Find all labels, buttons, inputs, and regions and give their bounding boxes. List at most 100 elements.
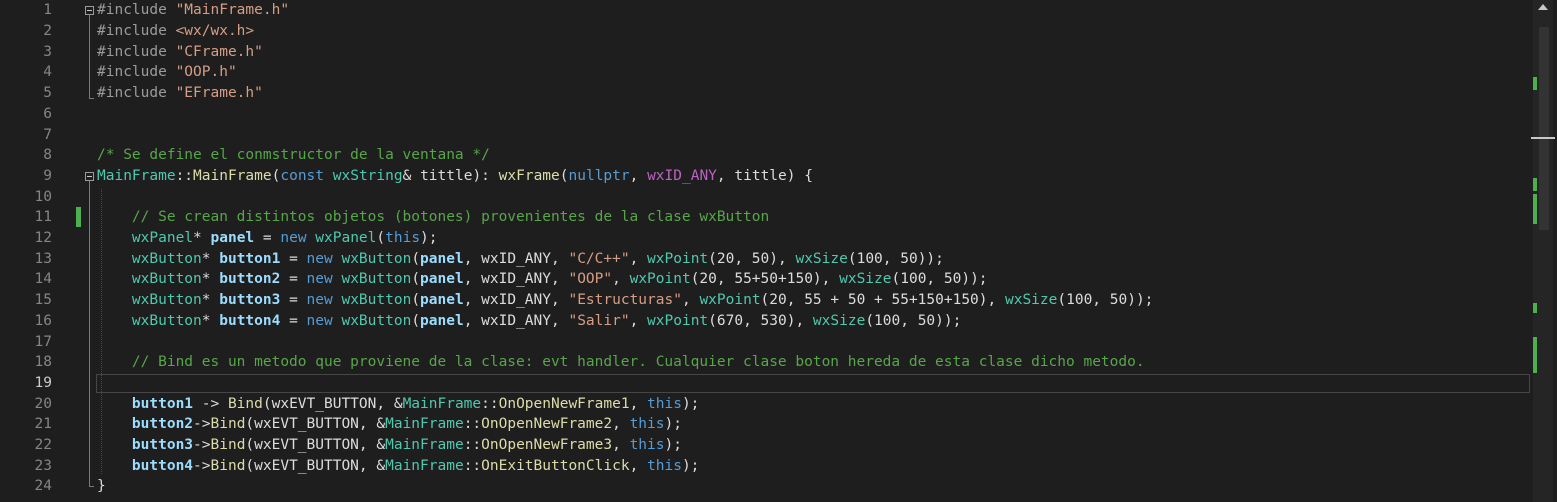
code-token: = bbox=[280, 292, 307, 309]
scroll-up-arrow-icon[interactable] bbox=[1538, 4, 1548, 10]
code-token: , bbox=[681, 292, 700, 309]
code-token: & bbox=[402, 167, 421, 184]
code-line[interactable]: #include "EFrame.h" bbox=[97, 83, 263, 104]
fold-collapse-icon[interactable] bbox=[85, 6, 94, 16]
line-number: 24 bbox=[34, 478, 52, 495]
code-token: (100, 50)); bbox=[865, 312, 962, 329]
code-token: panel bbox=[420, 312, 464, 329]
code-line[interactable]: wxButton* button4 = new wxButton(panel, … bbox=[97, 311, 961, 332]
code-token: (wxEVT_BUTTON, & bbox=[262, 395, 403, 412]
code-token: * bbox=[193, 230, 211, 246]
code-token: (wxEVT_BUTTON, & bbox=[245, 457, 386, 474]
code-token: OnExitButtonClick bbox=[481, 457, 630, 474]
code-token: wxButton bbox=[131, 250, 202, 267]
line-number: 11 bbox=[34, 209, 52, 226]
code-token: Bind bbox=[227, 395, 263, 412]
code-token: :: bbox=[481, 395, 499, 412]
line-number: 5 bbox=[43, 85, 52, 102]
code-token: wxSize bbox=[812, 312, 866, 329]
code-token: = bbox=[280, 250, 307, 267]
code-token: new bbox=[280, 230, 316, 246]
code-token: MainFrame bbox=[193, 167, 272, 184]
line-number: 15 bbox=[34, 292, 52, 309]
code-line[interactable]: button2->Bind(wxEVT_BUTTON, &MainFrame::… bbox=[97, 414, 682, 435]
code-line[interactable]: // Bind es un metodo que proviene de la … bbox=[97, 352, 1145, 373]
code-token: :: bbox=[175, 167, 194, 184]
code-line[interactable]: wxButton* button3 = new wxButton(panel, … bbox=[97, 290, 1153, 311]
code-token: button2 bbox=[131, 416, 194, 433]
line-number: 4 bbox=[43, 64, 52, 81]
code-token: "CFrame.h" bbox=[175, 43, 263, 60]
code-token: , bbox=[629, 250, 648, 267]
code-token: , wxID_ANY, bbox=[463, 292, 569, 309]
fold-guide-end bbox=[89, 486, 94, 488]
code-token: -> bbox=[193, 437, 211, 453]
code-token: panel bbox=[420, 292, 464, 309]
code-token: MainFrame bbox=[97, 167, 176, 184]
code-token: "OOP.h" bbox=[175, 64, 237, 81]
code-line[interactable]: /* Se define el conmstructor de la venta… bbox=[97, 145, 490, 166]
line-number: 13 bbox=[34, 250, 52, 267]
fold-collapse-icon[interactable] bbox=[85, 171, 94, 181]
code-token: ); bbox=[681, 395, 700, 412]
scrollbar-change-marker bbox=[1533, 178, 1537, 191]
code-token: OnOpenNewFrame1 bbox=[498, 395, 630, 412]
current-line-highlight bbox=[96, 373, 1530, 393]
code-token: MainFrame bbox=[385, 437, 464, 453]
code-token: button1 bbox=[219, 250, 281, 267]
code-line[interactable]: wxButton* button2 = new wxButton(panel, … bbox=[97, 269, 988, 290]
code-line[interactable]: button4->Bind(wxEVT_BUTTON, &MainFrame::… bbox=[97, 456, 700, 477]
scrollbar-change-marker bbox=[1533, 77, 1537, 90]
code-line[interactable]: } bbox=[97, 476, 106, 497]
code-token: OnOpenNewFrame3 bbox=[481, 437, 613, 453]
code-token: * bbox=[201, 271, 220, 288]
code-line[interactable]: #include <wx/wx.h> bbox=[97, 21, 254, 42]
code-line[interactable]: button1 -> Bind(wxEVT_BUTTON, &MainFrame… bbox=[97, 394, 700, 415]
code-token: button3 bbox=[131, 437, 194, 453]
line-number: 8 bbox=[43, 147, 52, 164]
code-token: wxButton bbox=[341, 292, 412, 309]
code-editor[interactable]: 1 2 3 4 5 6 7 8 9 10 11 12 13 14 15 16 17 18 19 20 21 22 23 24 … bbox=[0, 0, 1557, 502]
code-token: } bbox=[97, 478, 106, 495]
line-number-gutter: 1 2 3 4 5 6 7 8 9 10 11 12 13 14 15 16 17 18 19 20 21 22 23 24 bbox=[0, 0, 52, 502]
code-token: = bbox=[280, 271, 307, 288]
code-line[interactable]: // Se crean distintos objetos (botones) … bbox=[97, 207, 769, 228]
code-line[interactable]: #include "MainFrame.h" bbox=[97, 0, 289, 21]
line-number: 10 bbox=[34, 188, 52, 205]
scrollbar-thumb[interactable] bbox=[1539, 27, 1549, 230]
code-token: Bind bbox=[210, 457, 246, 474]
line-number: 6 bbox=[43, 105, 52, 122]
code-token: :: bbox=[463, 457, 482, 474]
code-token: nullptr bbox=[568, 167, 630, 184]
code-token: , bbox=[612, 437, 630, 453]
code-line[interactable]: #include "OOP.h" bbox=[97, 62, 237, 83]
code-token: ( bbox=[411, 312, 421, 329]
code-token: , bbox=[629, 457, 648, 474]
code-token: wxButton bbox=[131, 312, 202, 329]
code-token: button3 bbox=[219, 292, 281, 309]
line-number: 9 bbox=[43, 167, 52, 184]
fold-guide-line bbox=[89, 15, 90, 99]
code-token: (20, 55 + 50 + 55+150+150), bbox=[760, 292, 1005, 309]
code-token: wxSize bbox=[1004, 292, 1058, 309]
code-token: ( bbox=[411, 250, 421, 267]
code-line[interactable]: #include "CFrame.h" bbox=[97, 42, 263, 63]
code-token: MainFrame bbox=[385, 416, 464, 433]
code-token: // Bind es un metodo que proviene de la … bbox=[131, 354, 1145, 371]
code-line[interactable]: wxButton* button1 = new wxButton(panel, … bbox=[97, 249, 944, 270]
code-token: wxPanel bbox=[131, 230, 194, 246]
scrollbar-change-marker bbox=[1533, 337, 1537, 373]
code-line[interactable]: button3->Bind(wxEVT_BUTTON, &MainFrame::… bbox=[97, 435, 682, 456]
code-line[interactable]: MainFrame::MainFrame (const wxString& tit… bbox=[97, 166, 813, 187]
line-number: 16 bbox=[34, 312, 52, 329]
code-token: this bbox=[647, 395, 682, 412]
code-token: wxPanel bbox=[315, 230, 377, 246]
code-token: :: bbox=[463, 416, 482, 433]
code-line[interactable]: wxPanel* panel = new wxPanel(this); bbox=[97, 228, 438, 249]
